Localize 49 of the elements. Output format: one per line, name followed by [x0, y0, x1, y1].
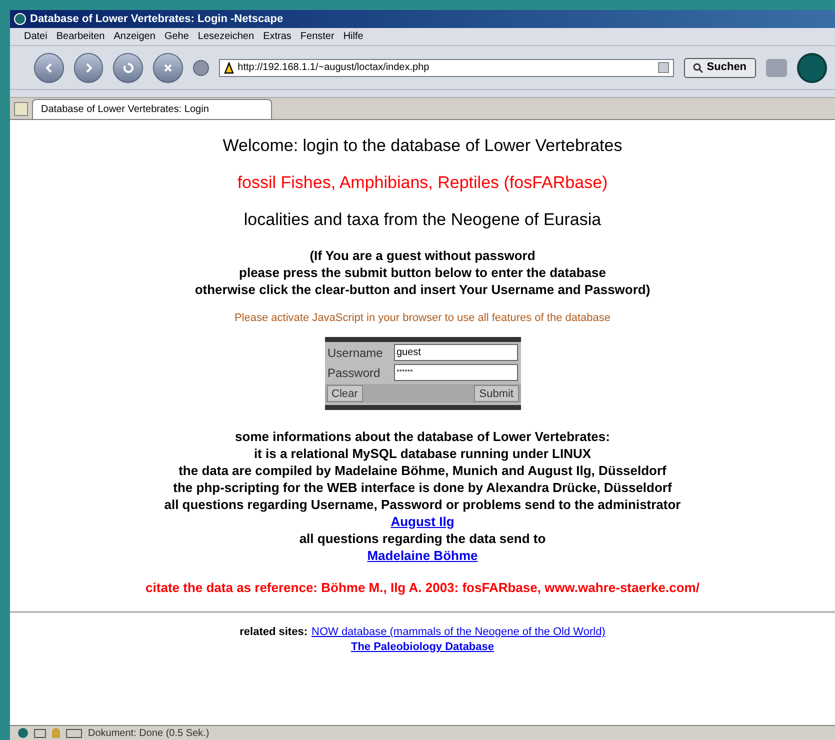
javascript-note: Please activate JavaScript in your browser to use all features of the database — [234, 311, 611, 326]
email-link[interactable]: August Ilg — [390, 512, 454, 530]
address-field[interactable]: http://192.168.1.1/~august/loctax/index.php — [218, 58, 674, 76]
username-field[interactable]: guest — [394, 344, 518, 361]
clear-button[interactable]: Clear — [326, 384, 363, 402]
tab-list-icon — [14, 102, 28, 116]
info-line: it is a relational MySQL database running under LINUX — [254, 444, 592, 462]
stop-button[interactable] — [153, 52, 183, 82]
app-icon — [14, 13, 26, 25]
guest-note-line: otherwise click the clear-button and insert Your Username and Password) — [194, 281, 650, 298]
related-link[interactable]: NOW database (mammals of the Neogene of the Old World) — [312, 625, 606, 640]
info-line: all questions regarding the data send to — [299, 530, 546, 546]
forward-button[interactable] — [74, 52, 104, 82]
info-line: some informations about the database of Lower Vertebrates: — [235, 428, 610, 444]
email-link[interactable]: Madelaine Böhme — [367, 546, 478, 564]
search-icon — [692, 62, 703, 72]
browser-tab[interactable]: Database of Lower Vertebrates: Login — [32, 99, 272, 119]
url-text: http://192.168.1.1/~august/loctax/index.php — [238, 61, 430, 75]
menu-item[interactable]: Hilfe — [343, 29, 364, 44]
related-sites-label: related sites: — [240, 625, 308, 640]
password-label: Password — [328, 364, 382, 382]
dropdown-icon — [658, 62, 669, 73]
reload-icon — [122, 62, 134, 74]
menu-item[interactable]: Extras — [263, 29, 292, 44]
info-line: the data are compiled by Madelaine Böhme, Munich and August Ilg, Düsseldorf — [178, 462, 666, 478]
heading: Welcome: login to the database of Lower Vertebrates — [222, 136, 622, 156]
info-line: all questions regarding Username, Password or problems send to the administrator — [164, 496, 681, 512]
reload-button[interactable] — [113, 52, 144, 82]
status-text: Dokument: Done (0.5 Sek.) — [88, 726, 210, 740]
guest-note-line: (If You are a guest without password — [310, 247, 536, 264]
menu-item[interactable]: Datei — [24, 29, 48, 44]
related-link[interactable]: The Paleobiology Database — [350, 640, 494, 655]
guest-note-line: please press the submit button below to enter the database — [239, 264, 606, 281]
submit-button[interactable]: Submit — [474, 384, 518, 402]
close-icon — [162, 62, 174, 74]
window-title: Database of Lower Vertebrates: Login -Netscape — [30, 12, 284, 27]
menu-item[interactable]: Gehe — [164, 29, 189, 44]
username-label: Username — [328, 344, 384, 362]
navigator-icon — [18, 728, 28, 738]
citation: citate the data as reference: Böhme M., Ilg A. 2003: fosFARbase, www.wahre-staerke.com/ — [146, 578, 700, 597]
search-button[interactable]: Suchen — [684, 58, 756, 78]
info-line: the php-scripting for the WEB interface is done by Alexandra Drücke, Düsseldorf — [173, 478, 672, 496]
heading: fossil Fishes, Amphibians, Reptiles (fosFARbase) — [237, 173, 608, 193]
back-button[interactable] — [34, 52, 64, 82]
menu-item[interactable]: Lesezeichen — [198, 29, 254, 44]
heading: localities and taxa from the Neogene of Eurasia — [244, 210, 602, 230]
menu-item[interactable]: Fenster — [300, 29, 334, 44]
menu-item[interactable]: Bearbeiten — [56, 29, 105, 44]
menu-item[interactable]: Anzeigen — [114, 29, 156, 44]
